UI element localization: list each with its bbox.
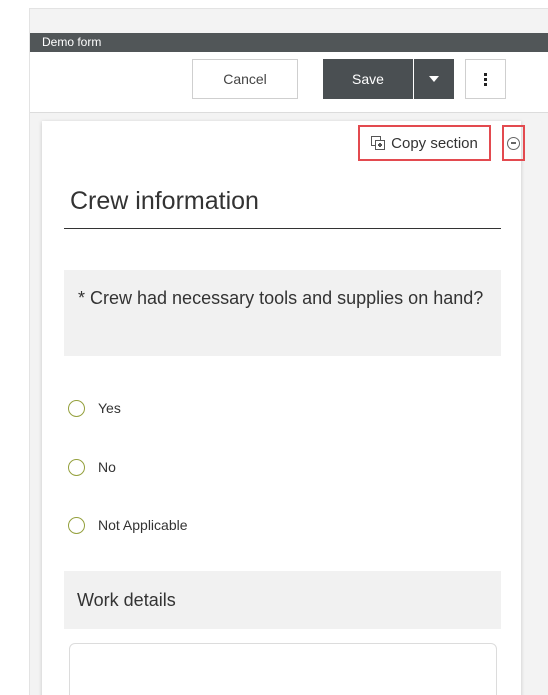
- collapse-section-button[interactable]: [502, 125, 525, 161]
- radio-option-label: No: [98, 459, 116, 475]
- section-title: Crew information: [64, 181, 501, 229]
- work-details-input[interactable]: [69, 643, 497, 695]
- radio-button[interactable]: [68, 458, 85, 476]
- save-button[interactable]: Save: [323, 59, 413, 99]
- question-prompt: * Crew had necessary tools and supplies …: [64, 270, 501, 356]
- caret-down-icon: [429, 76, 439, 82]
- vertical-dots-icon: [484, 72, 487, 86]
- radio-button[interactable]: [68, 516, 85, 534]
- radio-option-label: Yes: [98, 400, 121, 416]
- collapse-circle-minus-icon: [507, 136, 520, 150]
- cancel-button[interactable]: Cancel: [192, 59, 298, 99]
- form-section-card: Copy section Crew information * Crew had…: [42, 121, 525, 695]
- form-toolbar: Cancel Save: [30, 52, 548, 113]
- radio-option-yes[interactable]: Yes: [68, 397, 121, 419]
- radio-option-not-applicable[interactable]: Not Applicable: [68, 514, 188, 536]
- copy-section-label: Copy section: [391, 134, 478, 152]
- app-frame: Demo form Cancel Save Copy section Crew …: [29, 8, 548, 695]
- radio-option-label: Not Applicable: [98, 517, 188, 533]
- window-title: Demo form: [30, 33, 548, 52]
- copy-section-button[interactable]: Copy section: [358, 125, 491, 161]
- more-options-button[interactable]: [465, 59, 506, 99]
- save-options-dropdown-button[interactable]: [414, 59, 454, 99]
- work-details-label: Work details: [64, 571, 501, 629]
- radio-option-no[interactable]: No: [68, 456, 116, 478]
- copy-section-icon: [371, 136, 386, 150]
- radio-button[interactable]: [68, 399, 85, 417]
